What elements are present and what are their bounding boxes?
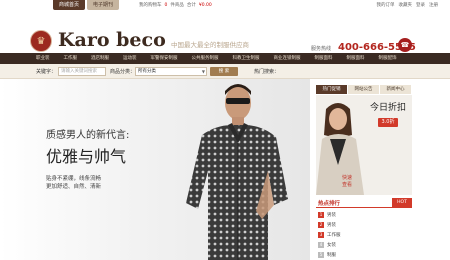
hot-ranking-header: 热点排行 HOT (316, 198, 412, 208)
site-header: ♛ Karo beco 中国最大最全的制服供应商 服务热线 400-666-55… (0, 10, 450, 53)
list-item[interactable]: 1 男装 (316, 210, 412, 220)
list-item-label: 女装 (327, 243, 336, 248)
tagline: 中国最大最全的制服供应商 (171, 41, 249, 49)
tab-hot-promo[interactable]: 热门促销 (316, 85, 347, 94)
crown-icon[interactable]: ♛ (30, 30, 52, 52)
keyword-label: 关键字： (36, 69, 57, 75)
model-photo (186, 84, 288, 260)
hot-ranking-title: 热点排行 (318, 201, 341, 207)
list-item-label: 工作服 (327, 233, 341, 238)
rank-number: 2 (318, 222, 324, 228)
hot-ranking-list: 1 男装 2 男装 3 工作服 4 女装 5 制服 (316, 210, 412, 260)
nav-item[interactable]: 公共服务制服 (185, 53, 226, 64)
rank-number: 3 (318, 232, 324, 238)
rank-number: 4 (318, 242, 324, 248)
hero-title: 优雅与帅气 (46, 147, 127, 166)
rank-number: 1 (318, 212, 324, 218)
favorites-link[interactable]: 收藏夹 (399, 2, 413, 8)
category-value: 所有分类 (138, 69, 156, 74)
register-link[interactable]: 注册 (429, 2, 438, 8)
nav-item[interactable]: 商业连锁制服 (267, 53, 308, 64)
list-item-label: 制服 (327, 253, 336, 258)
tab-e-journal[interactable]: 电子期刊 (87, 0, 120, 10)
hotline-label: 服务热线 (311, 46, 332, 52)
main-nav: 职业装 工作服 酒店制服 运动装 军警保安制服 公共服务制服 科教卫生制服 商业… (0, 53, 450, 64)
quick-view-line: 快速 (342, 175, 353, 181)
login-link[interactable]: 登录 (416, 2, 425, 8)
cart-summary: 我的购物车 0 件商品 合计 ¥0.00 (139, 0, 215, 10)
chevron-down-icon: ▼ (201, 69, 205, 74)
quick-view-line: 查看 (342, 182, 353, 188)
list-item[interactable]: 3 工作服 (316, 230, 412, 240)
hero-body: 贴身不紧绷，线条流畅 更加舒适、自然、清新 (46, 175, 101, 191)
side-panel: 热门促销 网站公告 新闻中心 今日折扣 3.0折 快速 查看 热点排行 HOT … (316, 85, 412, 260)
list-item[interactable]: 2 男装 (316, 220, 412, 230)
top-bar: 商城首页 电子期刊 我的购物车 0 件商品 合计 ¥0.00 我的订单 收藏夹 … (0, 0, 450, 10)
total-label: 合计 (186, 3, 196, 8)
rank-number: 5 (318, 252, 324, 258)
nav-item[interactable]: 酒店制服 (84, 53, 116, 64)
account-links: 我的订单 收藏夹 登录 注册 (373, 0, 439, 10)
hot-badge: HOT (392, 198, 412, 207)
category-select[interactable]: 所有分类 ▼ (135, 67, 207, 76)
brand-logo[interactable]: Karo beco (58, 29, 166, 51)
search-input[interactable]: 请输入关键词搜索 (58, 67, 106, 76)
nav-item[interactable]: 制服面料 (308, 53, 340, 64)
quick-view-link[interactable]: 快速 查看 (342, 175, 352, 189)
tab-announcement[interactable]: 网站公告 (348, 85, 379, 94)
hero-banner[interactable]: 质感男人的新代言: 优雅与帅气 贴身不紧绷，线条流畅 更加舒适、自然、清新 (0, 79, 310, 260)
nav-item[interactable]: 制服配饰 (372, 53, 404, 64)
hero-subtitle: 质感男人的新代言: (46, 130, 130, 141)
hero-body-line: 更加舒适、自然、清新 (46, 184, 102, 190)
top-tabs: 商城首页 电子期刊 (53, 0, 121, 10)
cart-unit: 件商品 (170, 3, 184, 8)
nav-item[interactable]: 职业装 (29, 53, 57, 64)
side-tabs: 热门促销 网站公告 新闻中心 (316, 85, 412, 94)
nav-item[interactable]: 运动装 (116, 53, 144, 64)
category-label: 商品分类： (110, 69, 136, 75)
total-amount: ¥0.00 (198, 2, 212, 8)
search-button[interactable]: 搜 索 (210, 67, 238, 76)
orders-link[interactable]: 我的订单 (377, 2, 395, 8)
search-bar: 关键字： 请输入关键词搜索 商品分类： 所有分类 ▼ 搜 索 热门搜索： (0, 64, 450, 79)
promo-banner[interactable]: 今日折扣 3.0折 快速 查看 (316, 95, 412, 195)
discount-badge: 3.0折 (378, 118, 398, 127)
nav-item[interactable]: 军警保安制服 (144, 53, 185, 64)
list-item[interactable]: 5 制服 (316, 250, 412, 260)
nav-item[interactable]: 工作服 (57, 53, 85, 64)
phone-icon: ☎ (398, 38, 412, 52)
hero-body-line: 贴身不紧绷，线条流畅 (46, 176, 102, 182)
list-item-label: 男装 (327, 223, 336, 228)
tab-news[interactable]: 新闻中心 (380, 85, 411, 94)
cart-link[interactable]: 我的购物车 (139, 2, 162, 8)
promo-title: 今日折扣 (370, 103, 407, 113)
list-item-label: 男装 (327, 213, 336, 218)
nav-item[interactable]: 科教卫生制服 (226, 53, 267, 64)
hot-search-label: 热门搜索： (254, 69, 280, 75)
nav-item[interactable]: 制服面料 (340, 53, 372, 64)
cart-count: 0 (164, 2, 168, 8)
tab-mall-home[interactable]: 商城首页 (53, 0, 86, 10)
list-item[interactable]: 4 女装 (316, 240, 412, 250)
